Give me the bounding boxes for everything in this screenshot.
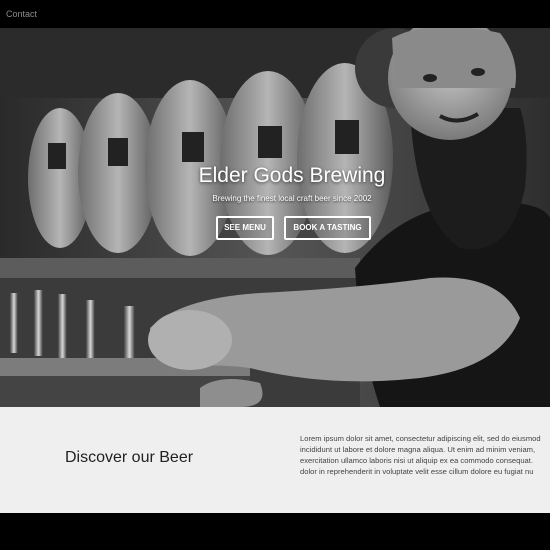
book-tasting-button[interactable]: BOOK A TASTING [284,216,371,240]
discover-section: Discover our Beer Lorem ipsum dolor sit … [0,407,550,513]
hero-title: Elder Gods Brewing [198,164,386,187]
discover-text-line: dolor in reprehenderit in voluptate veli… [300,467,534,476]
hero-background-photo [0,28,550,407]
top-navbar: Contact [0,0,550,28]
discover-text-line: exercitation ullamco laboris nisi ut ali… [300,456,533,465]
discover-heading: Discover our Beer [65,449,194,466]
hero-section: Elder Gods Brewing Brewing the finest lo… [0,28,550,407]
discover-text: Lorem ipsum dolor sit amet, consectetur … [300,433,550,477]
hero-subtitle: Brewing the finest local craft beer sinc… [212,194,372,203]
discover-text-line: incididunt ut labore et dolore magna ali… [300,445,536,454]
see-menu-button[interactable]: SEE MENU [216,216,274,240]
nav-link-contact[interactable]: Contact [6,9,37,19]
discover-text-line: Lorem ipsum dolor sit amet, consectetur … [300,434,541,443]
footer [0,513,550,550]
